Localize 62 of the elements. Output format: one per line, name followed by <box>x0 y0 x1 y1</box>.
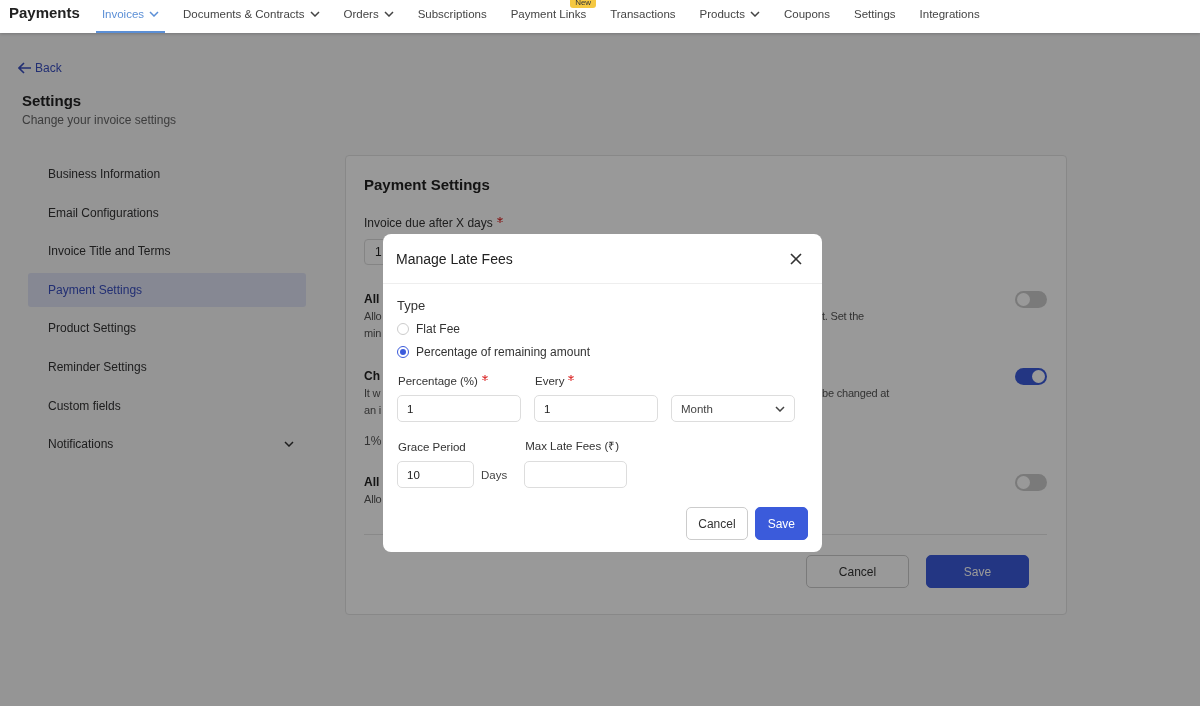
sidebar-item[interactable]: Reminder Settings <box>28 349 306 384</box>
section-description: It w <box>364 386 381 401</box>
nav-tab[interactable]: Documents & Contracts <box>177 0 326 33</box>
chevron-down-icon <box>284 441 294 448</box>
field-label: Max Late Fees (₹) <box>525 440 620 452</box>
nav-tab[interactable]: Integrations <box>913 0 986 33</box>
app-title: Payments <box>9 4 80 21</box>
chevron-down-icon <box>749 10 760 17</box>
nav-tab[interactable]: Transactions <box>604 0 682 33</box>
card-title: Payment Settings <box>364 176 491 193</box>
sidebar-item[interactable]: Notifications <box>28 427 306 462</box>
field-label: Percentage (%) <box>398 375 478 387</box>
save-button[interactable]: Save <box>926 555 1029 588</box>
cancel-button[interactable]: Cancel <box>806 555 909 588</box>
chevron-down-icon <box>149 10 160 17</box>
percentage-field[interactable]: 1 <box>397 395 521 422</box>
field-label: Every <box>535 375 565 387</box>
sidebar-item[interactable]: Email Configurations <box>28 195 306 230</box>
cancel-button[interactable]: Cancel <box>686 507 748 540</box>
page-subtitle: Change your invoice settings <box>22 113 178 127</box>
unit-dropdown[interactable]: Month <box>671 395 795 422</box>
toggle-switch[interactable] <box>1015 291 1047 308</box>
section-title: Ch <box>364 368 380 385</box>
toggle-switch[interactable] <box>1015 474 1047 491</box>
note-text: 1% <box>364 434 382 448</box>
nav-tab[interactable]: Orders <box>337 0 400 33</box>
new-badge: New <box>570 0 597 8</box>
save-button[interactable]: Save <box>754 507 808 540</box>
chevron-down-icon <box>309 10 320 17</box>
radio-option[interactable]: Flat Fee <box>397 322 460 336</box>
sidebar-item[interactable]: Invoice Title and Terms <box>28 234 306 269</box>
nav-tab[interactable]: Products <box>693 0 766 33</box>
page-title: Settings <box>22 92 83 109</box>
dialog-title: Manage Late Fees <box>396 250 513 267</box>
chevron-down-icon <box>775 405 785 412</box>
nav-tab[interactable]: Subscriptions <box>411 0 493 33</box>
interval-field[interactable]: 1 <box>534 395 658 422</box>
section-title: All <box>364 474 380 491</box>
type-label: Type <box>397 298 427 313</box>
field-label: Grace Period <box>398 441 466 453</box>
max-fees-field[interactable] <box>524 461 628 488</box>
section-description: min <box>364 326 382 341</box>
sidebar-item[interactable]: Product Settings <box>28 311 306 346</box>
back-link[interactable]: Back <box>18 61 62 75</box>
nav-tab[interactable]: Settings <box>848 0 902 33</box>
section-description: t. Set the <box>822 309 865 324</box>
arrow-left-icon <box>18 62 32 74</box>
grace-period-field[interactable]: 10 <box>397 461 474 488</box>
sidebar-item[interactable]: Business Information <box>28 157 306 191</box>
section-description: Allo <box>364 309 382 324</box>
toggle-switch[interactable] <box>1015 368 1047 385</box>
sidebar-item[interactable]: Payment Settings <box>28 272 306 307</box>
close-icon[interactable] <box>790 252 802 265</box>
field-label: Invoice due after X days <box>364 216 493 230</box>
radio-option[interactable]: Percentage of remaining amount <box>397 345 591 359</box>
section-title: All <box>364 291 380 308</box>
sidebar-item[interactable]: Custom fields <box>28 388 306 423</box>
section-description: Allo <box>364 492 382 507</box>
unit-label: Days <box>481 467 508 483</box>
chevron-down-icon <box>383 10 394 17</box>
nav-tab[interactable]: Coupons <box>777 0 836 33</box>
section-description: be changed at <box>822 386 890 401</box>
